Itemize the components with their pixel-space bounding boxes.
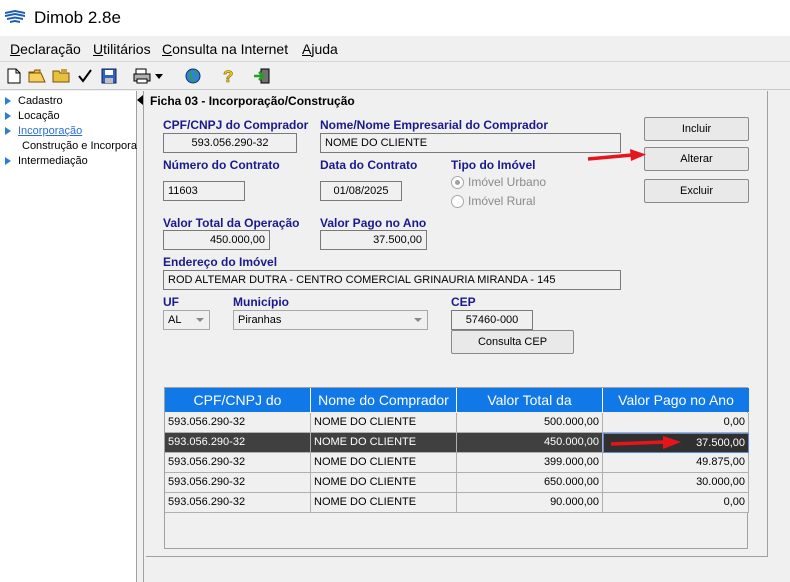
- panel-title: Ficha 03 - Incorporação/Construção: [150, 94, 355, 108]
- app-icon: [5, 10, 25, 23]
- endereco-field[interactable]: ROD ALTEMAR DUTRA - CENTRO COMERCIAL GRI…: [163, 270, 621, 290]
- excluir-button[interactable]: Excluir: [644, 179, 749, 203]
- menu-bar: Declaração Utilitários Consulta na Inter…: [0, 36, 790, 62]
- menu-utilitarios[interactable]: Utilitários: [93, 41, 151, 57]
- menu-consulta-internet[interactable]: Consulta na Internet: [162, 41, 288, 57]
- cell-valor-pago[interactable]: 0,00: [603, 493, 749, 513]
- cell-cpf[interactable]: 593.056.290-32: [165, 413, 311, 433]
- contrato-label: Número do Contrato: [163, 158, 280, 172]
- cell-valor-total[interactable]: 399.000,00: [457, 453, 603, 473]
- toolbar: ?: [0, 63, 790, 90]
- data-field[interactable]: 01/08/2025: [320, 181, 402, 201]
- nome-field[interactable]: NOME DO CLIENTE: [320, 133, 621, 153]
- ficha-panel: Ficha 03 - Incorporação/Construção CPF/C…: [146, 91, 768, 557]
- column-header-nome[interactable]: Nome do Comprador: [311, 388, 457, 412]
- tree-item-construcao[interactable]: Construção e Incorpora: [22, 140, 137, 152]
- red-arrow-icon: [610, 436, 681, 449]
- menu-ajuda[interactable]: Ajuda: [302, 41, 338, 57]
- valor-total-field[interactable]: 450.000,00: [163, 230, 270, 250]
- menu-declaracao[interactable]: Declaração: [10, 41, 81, 57]
- cell-cpf[interactable]: 593.056.290-32: [165, 493, 311, 513]
- valor-pago-label: Valor Pago no Ano: [320, 216, 427, 230]
- column-header-valor-pago[interactable]: Valor Pago no Ano: [603, 388, 749, 412]
- save-disk-icon[interactable]: [99, 66, 119, 86]
- compradores-table: CPF/CNPJ do Nome do Comprador Valor Tota…: [164, 387, 749, 549]
- cell-cpf[interactable]: 593.056.290-32: [165, 433, 311, 453]
- expand-arrow-icon: [5, 127, 11, 135]
- cell-cpf[interactable]: 593.056.290-32: [165, 473, 311, 493]
- print-icon[interactable]: [132, 66, 166, 86]
- panel-splitter[interactable]: [137, 91, 144, 582]
- cell-valor-total[interactable]: 450.000,00: [457, 433, 603, 453]
- radio-dot: [451, 175, 464, 189]
- expand-arrow-icon: [5, 157, 11, 165]
- internet-globe-icon[interactable]: [183, 66, 203, 86]
- cell-valor-pago[interactable]: 30.000,00: [603, 473, 749, 493]
- column-header-cpf[interactable]: CPF/CNPJ do: [165, 388, 311, 412]
- data-label: Data do Contrato: [320, 158, 418, 172]
- cell-valor-total[interactable]: 90.000,00: [457, 493, 603, 513]
- svg-text:?: ?: [223, 67, 233, 85]
- radio-imovel-rural[interactable]: Imóvel Rural: [451, 194, 535, 208]
- cell-nome[interactable]: NOME DO CLIENTE: [311, 453, 457, 473]
- tree-item-intermediacao[interactable]: Intermediação: [5, 155, 88, 167]
- exit-icon[interactable]: [252, 66, 272, 86]
- uf-label: UF: [163, 295, 179, 309]
- tipo-label: Tipo do Imóvel: [451, 158, 536, 172]
- title-bar: Dimob 2.8e: [0, 0, 790, 36]
- open-folder-icon[interactable]: [27, 66, 47, 86]
- collapse-arrow-icon[interactable]: [137, 95, 143, 105]
- tree-item-incorporacao[interactable]: Incorporação: [5, 125, 82, 137]
- uf-select[interactable]: AL: [163, 310, 210, 330]
- cell-valor-pago[interactable]: 0,00: [603, 413, 749, 433]
- column-header-valor-total[interactable]: Valor Total da: [457, 388, 603, 412]
- cell-valor-total[interactable]: 650.000,00: [457, 473, 603, 493]
- navigation-tree: Cadastro Locação Incorporação Construção…: [0, 91, 137, 582]
- expand-arrow-icon: [5, 112, 11, 120]
- dropdown-arrow-icon: [414, 318, 422, 322]
- nome-label: Nome/Nome Empresarial do Comprador: [320, 118, 549, 132]
- cep-label: CEP: [451, 295, 476, 309]
- cell-valor-total[interactable]: 500.000,00: [457, 413, 603, 433]
- tree-item-locacao[interactable]: Locação: [5, 110, 60, 122]
- valor-total-label: Valor Total da Operação: [163, 216, 300, 230]
- check-icon[interactable]: [75, 66, 95, 86]
- new-document-icon[interactable]: [4, 66, 24, 86]
- help-icon[interactable]: ?: [218, 66, 238, 86]
- dropdown-arrow-icon: [196, 318, 204, 322]
- red-arrow-icon: [587, 149, 646, 161]
- cell-nome[interactable]: NOME DO CLIENTE: [311, 473, 457, 493]
- cpf-field[interactable]: 593.056.290-32: [163, 133, 297, 153]
- cell-valor-pago[interactable]: 49.875,00: [603, 453, 749, 473]
- incluir-button[interactable]: Incluir: [644, 117, 749, 141]
- consulta-cep-button[interactable]: Consulta CEP: [451, 330, 574, 354]
- tree-item-cadastro[interactable]: Cadastro: [5, 95, 63, 107]
- cpf-label: CPF/CNPJ do Comprador: [163, 118, 309, 132]
- cell-nome[interactable]: NOME DO CLIENTE: [311, 493, 457, 513]
- radio-dot: [451, 194, 464, 208]
- municipio-select[interactable]: Piranhas: [233, 310, 428, 330]
- endereco-label: Endereço do Imóvel: [163, 255, 278, 269]
- alterar-button[interactable]: Alterar: [644, 147, 749, 171]
- cell-nome[interactable]: NOME DO CLIENTE: [311, 433, 457, 453]
- radio-imovel-urbano[interactable]: Imóvel Urbano: [451, 175, 546, 189]
- municipio-label: Município: [233, 295, 289, 309]
- cell-nome[interactable]: NOME DO CLIENTE: [311, 413, 457, 433]
- contrato-field[interactable]: 11603: [163, 181, 245, 201]
- window-title: Dimob 2.8e: [34, 8, 121, 27]
- cell-cpf[interactable]: 593.056.290-32: [165, 453, 311, 473]
- expand-arrow-icon: [5, 97, 11, 105]
- folder-icon[interactable]: [51, 66, 71, 86]
- cep-field[interactable]: 57460-000: [451, 310, 533, 330]
- valor-pago-field[interactable]: 37.500,00: [320, 230, 427, 250]
